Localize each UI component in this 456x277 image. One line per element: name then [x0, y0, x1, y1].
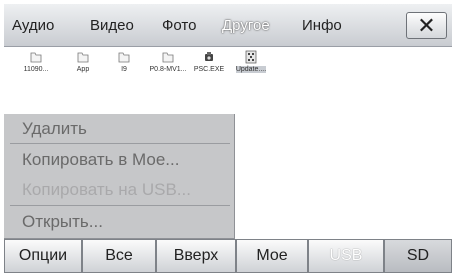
close-icon: ✕	[417, 12, 436, 38]
options-label: Опции	[18, 247, 68, 264]
up-label: Вверх	[173, 247, 219, 264]
file-name: I9	[121, 66, 127, 73]
folder-icon	[77, 52, 89, 63]
menu-divider	[10, 205, 230, 206]
close-button[interactable]: ✕	[406, 12, 447, 39]
menu-divider	[10, 143, 230, 144]
menu-item-copy-to-usb: Копировать на USB...	[22, 180, 191, 199]
up-button[interactable]: Вверх	[156, 239, 236, 273]
menu-item-open[interactable]: Открыть...	[22, 212, 103, 232]
file-name: 11090...	[23, 66, 49, 73]
menu-item-delete[interactable]: Удалить	[22, 119, 87, 139]
update-file-icon	[245, 50, 257, 64]
file-name: Update....	[235, 66, 267, 73]
menu-item-copy-to-mine[interactable]: Копировать в Мое...	[22, 150, 179, 170]
folder-icon	[162, 52, 174, 63]
file-name: P0.8-MV1...	[149, 66, 187, 73]
tab-info[interactable]: Инфо	[302, 17, 342, 34]
folder-icon	[118, 52, 130, 63]
tab-other[interactable]: Другое	[222, 17, 270, 34]
top-tab-bar: Аудио Видео Фото Другое Инфо ✕	[4, 4, 452, 47]
tab-photo[interactable]: Фото	[162, 17, 196, 34]
file-name: App	[76, 66, 90, 73]
file-item[interactable]: 11090...	[16, 50, 56, 74]
options-button[interactable]: Опции	[4, 239, 82, 273]
file-item[interactable]: PSC.EXE	[189, 50, 229, 74]
tab-audio[interactable]: Аудио	[12, 17, 54, 34]
context-menu: Удалить Копировать в Мое... Копировать н…	[4, 114, 235, 239]
file-item[interactable]: App	[63, 50, 103, 74]
file-item[interactable]: I9	[104, 50, 144, 74]
all-label: Все	[105, 247, 133, 264]
usb-button: USB	[308, 239, 384, 273]
sd-label: SD	[406, 247, 430, 264]
file-item[interactable]: Update....	[231, 50, 271, 74]
mine-label: Мое	[256, 247, 288, 264]
folder-icon	[30, 52, 42, 63]
file-name: PSC.EXE	[193, 66, 225, 73]
executable-icon	[205, 52, 213, 61]
bottom-button-bar: Опции Все Вверх Мое USB SD	[4, 239, 452, 273]
sd-button[interactable]: SD	[384, 239, 452, 273]
mine-button[interactable]: Мое	[236, 239, 308, 273]
tab-video[interactable]: Видео	[90, 17, 134, 34]
file-item[interactable]: P0.8-MV1...	[149, 50, 187, 74]
all-button[interactable]: Все	[82, 239, 156, 273]
usb-label: USB	[329, 247, 363, 264]
